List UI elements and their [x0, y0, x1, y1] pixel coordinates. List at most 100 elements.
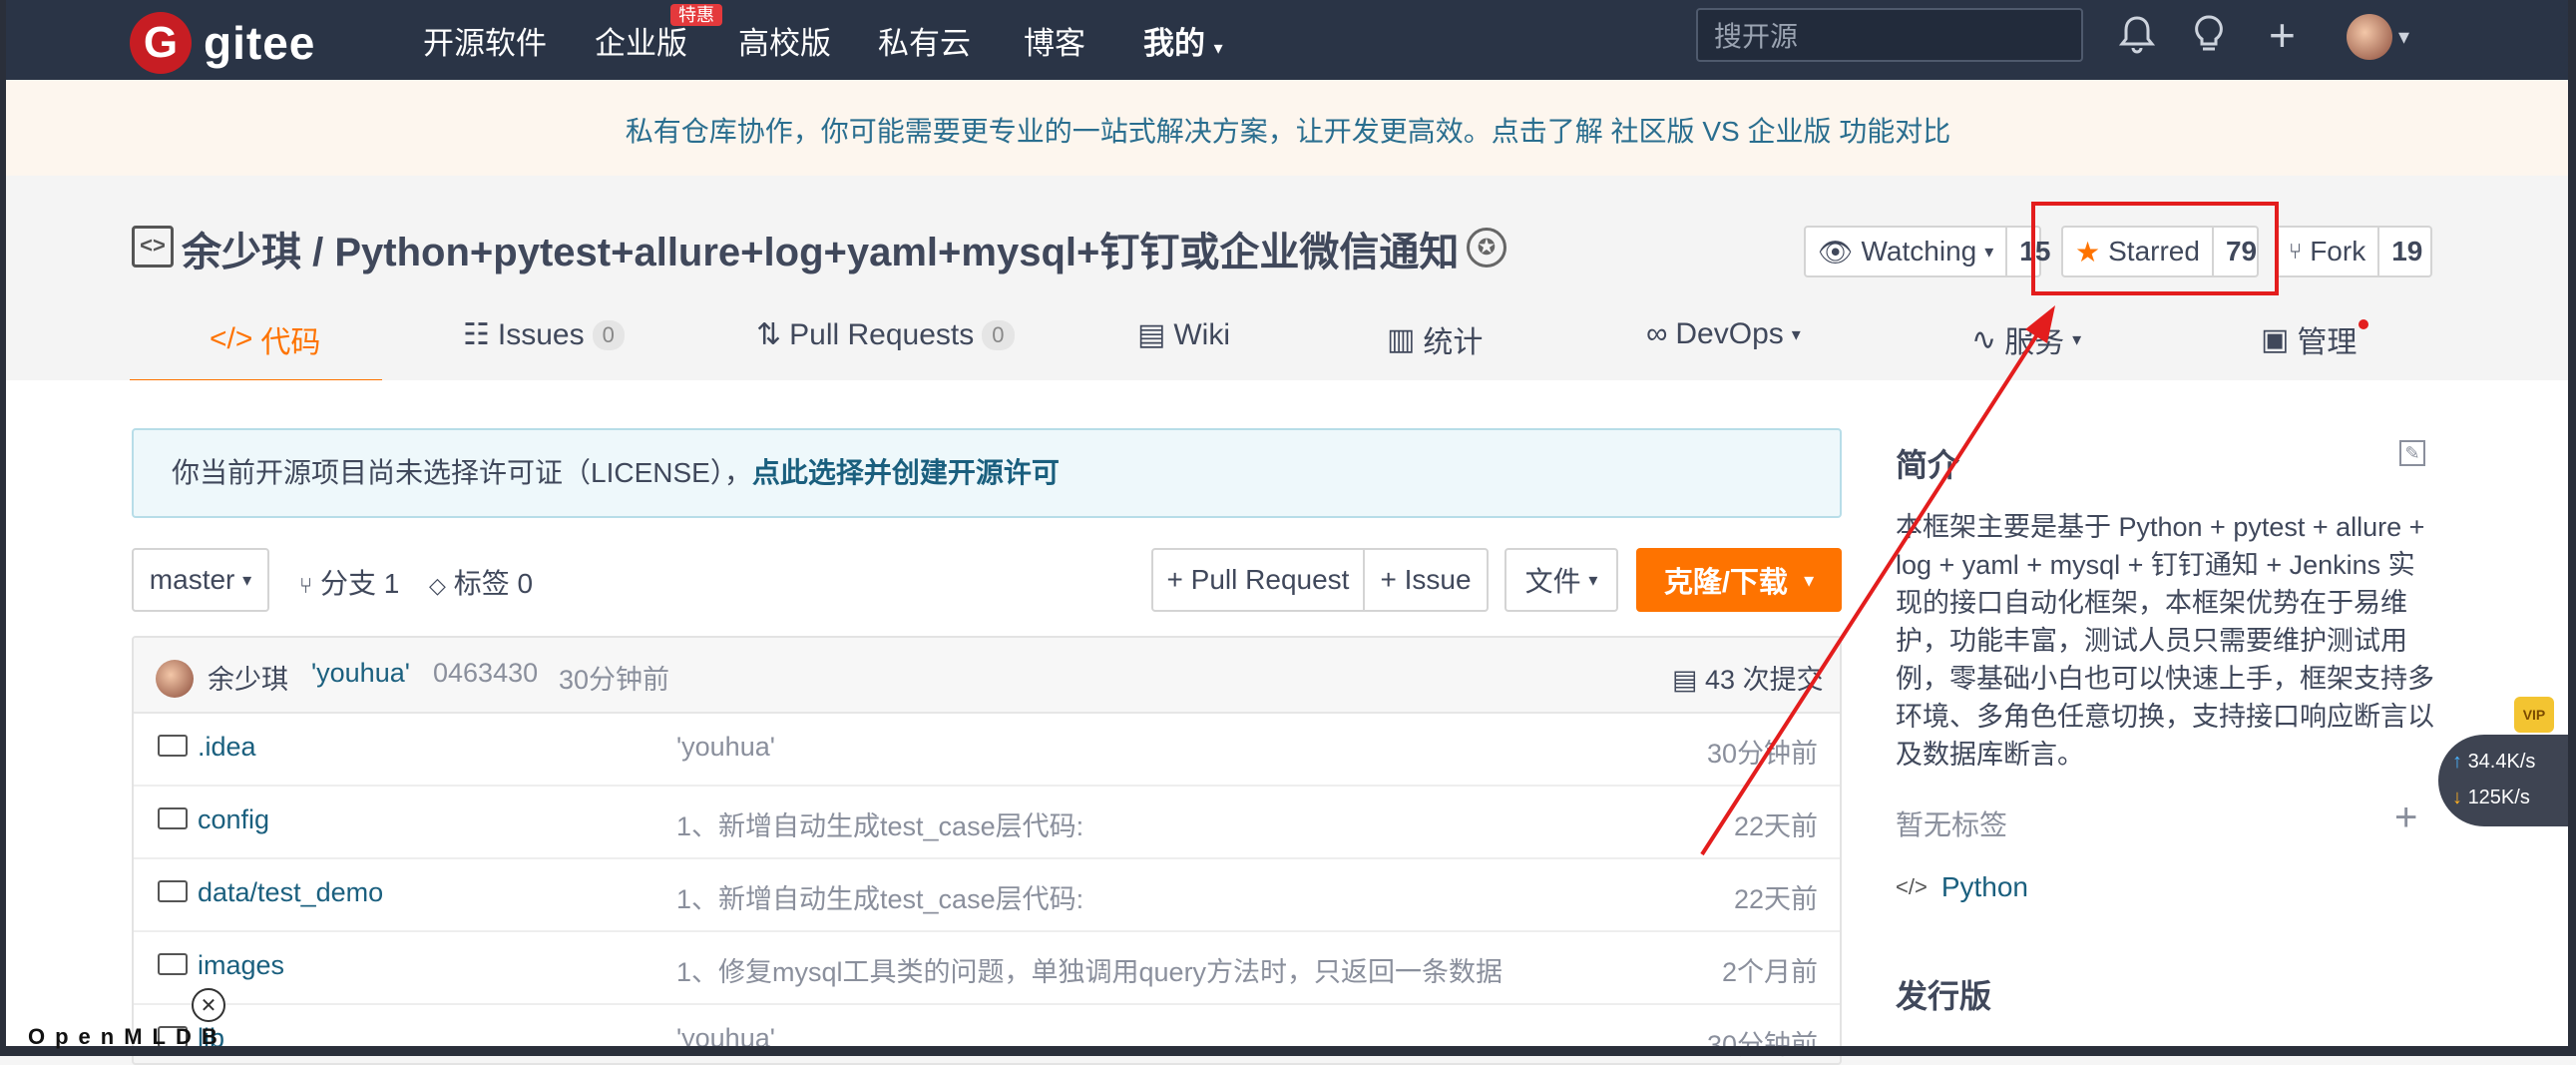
create-license-link[interactable]: 点此选择并创建开源许可 — [752, 457, 1060, 488]
file-name[interactable]: data/test_demo — [198, 877, 383, 908]
tab-services[interactable]: ∿ 服务 ▾ — [1971, 317, 2081, 361]
folder-icon — [158, 734, 188, 757]
tab-code-label: 代码 — [260, 326, 321, 359]
branch-select-label: master — [149, 564, 235, 595]
tab-pull-requests[interactable]: ⇅ Pull Requests 0 — [756, 317, 1015, 352]
settings-doc-icon: ▣ — [2261, 322, 2290, 356]
repo-owner-link[interactable]: 余少琪 — [182, 231, 301, 274]
file-commit-time: 30分钟前 — [1706, 1030, 1818, 1060]
chevron-down-icon: ▾ — [1588, 569, 1598, 590]
tags-link[interactable]: ◇ 标签 0 — [429, 562, 533, 602]
file-row[interactable]: images 1、修复mysql工具类的问题，单独调用query方法时，只返回一… — [134, 930, 1840, 1005]
search-input[interactable]: 搜开源 — [1696, 8, 2083, 62]
infinity-icon: ∞ — [1646, 317, 1668, 350]
file-name[interactable]: .idea — [198, 732, 256, 763]
eye-icon: 👁 — [1818, 236, 1854, 267]
language-label: Python — [1940, 871, 2028, 902]
tab-wiki-label: Wiki — [1173, 317, 1231, 351]
gitee-logo[interactable]: G gitee — [130, 12, 315, 74]
tab-issues[interactable]: ☷ Issues 0 — [463, 317, 625, 352]
tab-devops[interactable]: ∞ DevOps ▾ — [1646, 317, 1801, 351]
tab-stats[interactable]: ▥ 统计 — [1387, 317, 1483, 361]
nav-university[interactable]: 高校版 — [738, 18, 831, 63]
file-row[interactable]: .idea 'youhua' 30分钟前 — [134, 712, 1840, 787]
watch-label: Watching — [1861, 236, 1977, 266]
tab-wiki[interactable]: ▤ Wiki — [1137, 317, 1230, 352]
bell-icon[interactable] — [2118, 14, 2156, 64]
gvp-badge-icon[interactable]: ✪ — [1467, 228, 1506, 267]
file-name[interactable]: images — [198, 950, 284, 981]
fork-count[interactable]: 19 — [2377, 228, 2434, 275]
watch-button-group: 👁 Watching ▾ 15 — [1804, 226, 2050, 277]
file-commit-message[interactable]: 1、新增自动生成test_case层代码: — [676, 877, 1083, 916]
window-bottom-edge — [0, 1046, 2576, 1056]
fork-button[interactable]: ⑂ Fork — [2277, 228, 2377, 275]
tab-manage[interactable]: ▣ 管理 — [2261, 317, 2357, 361]
bar-chart-icon: ▥ — [1387, 322, 1416, 356]
intro-title: 简介 — [1896, 447, 1960, 483]
tags-label: 标签 0 — [453, 568, 534, 599]
user-avatar[interactable] — [2347, 14, 2392, 60]
commit-message[interactable]: 'youhua' — [311, 658, 410, 689]
branches-link[interactable]: ⑂ 分支 1 — [299, 562, 399, 602]
file-commit-time: 2个月前 — [1721, 957, 1818, 987]
repo-title-separator: / — [312, 231, 324, 274]
promo-banner-text[interactable]: 私有仓库协作，你可能需要更专业的一站式解决方案，让开发更高效。点击了解 社区版 … — [0, 110, 2576, 150]
license-notice-text: 你当前开源项目尚未选择许可证（LICENSE）， — [172, 457, 752, 488]
repo-toolbar: master ▾ ⑂ 分支 1 ◇ 标签 0 + Pull Request + … — [132, 548, 1842, 612]
add-tag-icon[interactable]: + — [2394, 796, 2417, 840]
book-icon: ▤ — [1137, 318, 1166, 351]
clone-download-button[interactable]: 克隆/下载 ▾ — [1636, 548, 1842, 612]
file-commit-message[interactable]: 'youhua' — [676, 732, 775, 763]
branches-label: 分支 1 — [319, 568, 400, 599]
watch-button[interactable]: 👁 Watching ▾ — [1806, 228, 2005, 275]
network-speed-widget[interactable]: ↑ 34.4K/s ↓ 125K/s — [2438, 735, 2576, 826]
watermark-text: OpenMLDB — [28, 1024, 227, 1049]
nav-mine[interactable]: 我的 ▾ — [1143, 18, 1223, 63]
tab-stats-label: 统计 — [1423, 326, 1484, 359]
tag-icon: ◇ — [429, 573, 446, 598]
lightbulb-icon[interactable] — [2191, 14, 2227, 64]
file-commit-time: 30分钟前 — [1706, 739, 1818, 769]
download-speed-value: 125K/s — [2467, 787, 2530, 808]
file-commit-message[interactable]: 1、修复mysql工具类的问题，单独调用query方法时，只返回一条数据 — [676, 950, 1503, 989]
edit-icon[interactable]: ✎ — [2399, 440, 2425, 466]
tab-pull-requests-label: Pull Requests — [789, 317, 975, 351]
file-name[interactable]: config — [198, 804, 269, 835]
branch-icon: ⑂ — [299, 573, 313, 598]
file-row[interactable]: config 1、新增自动生成test_case层代码: 22天前 — [134, 785, 1840, 859]
no-tags-label: 暂无标签 — [1896, 809, 2008, 840]
new-issue-button[interactable]: + Issue — [1363, 548, 1489, 612]
commit-author-avatar[interactable] — [156, 660, 194, 698]
close-icon[interactable]: ✕ — [192, 988, 225, 1022]
download-arrow-icon: ↓ — [2452, 787, 2462, 808]
nav-blog[interactable]: 博客 — [1024, 18, 1085, 63]
file-menu-button[interactable]: 文件 ▾ — [1504, 548, 1618, 612]
chevron-down-icon: ▾ — [242, 569, 252, 590]
chevron-down-icon[interactable]: ▾ — [2398, 24, 2409, 50]
plus-icon[interactable]: + — [2269, 8, 2296, 62]
nav-open-source[interactable]: 开源软件 — [423, 18, 547, 63]
top-navbar: G gitee 开源软件 企业版 特惠 高校版 私有云 博客 我的 ▾ 搜开源 … — [0, 0, 2576, 80]
nav-private-cloud[interactable]: 私有云 — [878, 18, 971, 63]
folder-icon — [158, 952, 188, 975]
file-row[interactable]: data/test_demo 1、新增自动生成test_case层代码: 22天… — [134, 857, 1840, 932]
chevron-down-icon: ▾ — [1804, 569, 1815, 592]
latest-commit-bar: 余少琪 'youhua' 0463430 30分钟前 ▤ 43 次提交 — [134, 638, 1840, 714]
commit-hash[interactable]: 0463430 — [433, 658, 538, 689]
repo-name-link[interactable]: Python+pytest+allure+log+yaml+mysql+钉钉或企… — [334, 231, 1459, 274]
commit-author[interactable]: 余少琪 — [208, 658, 288, 697]
commit-count-link[interactable]: ▤ 43 次提交 — [1672, 658, 1824, 697]
tab-devops-label: DevOps — [1675, 317, 1784, 350]
tab-code[interactable]: </> 代码 — [210, 317, 320, 361]
clone-download-label: 克隆/下载 — [1663, 567, 1788, 599]
branch-select[interactable]: master ▾ — [132, 548, 269, 612]
new-pull-request-button[interactable]: + Pull Request — [1151, 548, 1365, 612]
folder-icon — [158, 806, 188, 829]
repo-sidebar: 简介 ✎ 本框架主要是基于 Python + pytest + allure +… — [1896, 380, 2434, 1056]
file-commit-time: 22天前 — [1733, 811, 1818, 841]
file-commit-message[interactable]: 1、新增自动生成test_case层代码: — [676, 804, 1083, 843]
fork-icon: ⑂ — [2289, 239, 2303, 264]
language-link[interactable]: </> Python — [1896, 871, 2028, 903]
license-notice: 你当前开源项目尚未选择许可证（LICENSE），点此选择并创建开源许可 — [132, 428, 1842, 518]
